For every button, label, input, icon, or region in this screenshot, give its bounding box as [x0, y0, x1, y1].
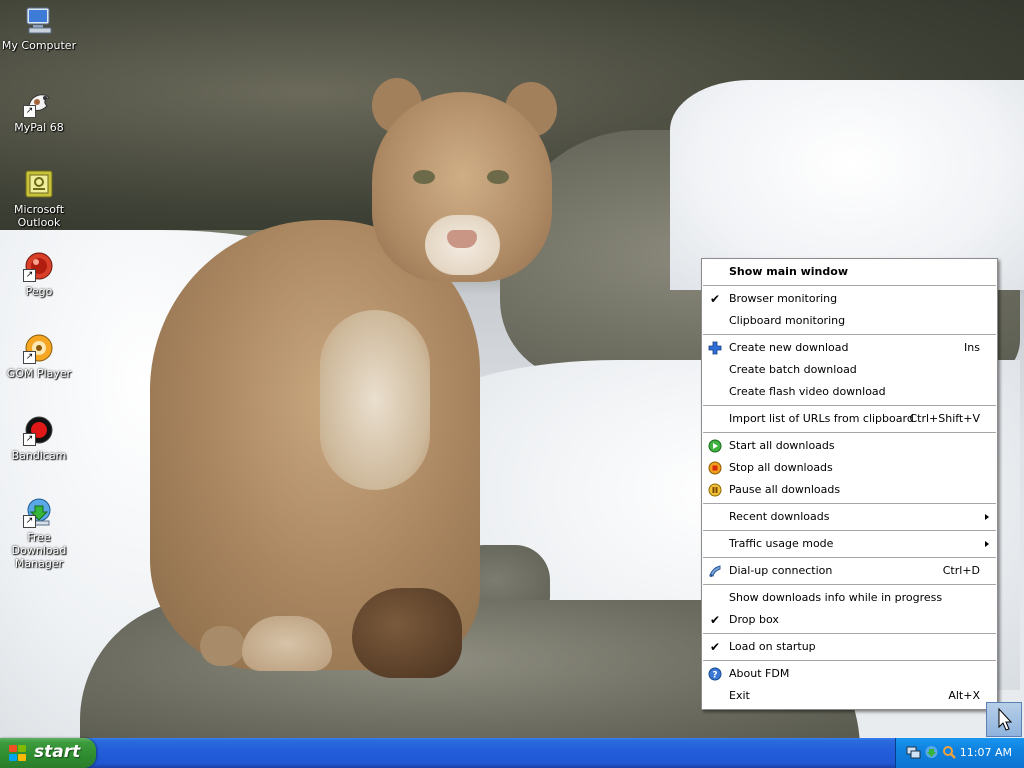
menu-item-create-batch-download[interactable]: Create batch download: [702, 359, 997, 381]
menu-item-create-flash-video-download[interactable]: Create flash video download: [702, 381, 997, 403]
menu-separator: [703, 503, 996, 504]
shortcut-arrow-icon: ↗: [23, 515, 36, 528]
menu-separator: [703, 530, 996, 531]
fdm-tray-context-menu: Show main window ✔ Browser monitoring Cl…: [701, 258, 998, 710]
bandicam-icon: ↗: [23, 414, 55, 446]
menu-separator: [703, 557, 996, 558]
desktop-icon-gom-player[interactable]: ↗ GOM Player: [0, 332, 78, 380]
start-button[interactable]: start: [0, 738, 96, 768]
network-icon[interactable]: [906, 745, 921, 760]
menu-separator: [703, 432, 996, 433]
menu-item-about-fdm[interactable]: ? About FDM: [702, 663, 997, 685]
desktop-icon-my-computer[interactable]: My Computer: [0, 4, 78, 52]
fdm-icon: ↗: [23, 496, 55, 528]
desktop-icon-free-download-manager[interactable]: ↗ Free Download Manager: [0, 496, 78, 570]
menu-item-start-all-downloads[interactable]: Start all downloads: [702, 435, 997, 457]
menu-item-stop-all-downloads[interactable]: Stop all downloads: [702, 457, 997, 479]
submenu-arrow-icon: [985, 514, 989, 520]
show-hidden-icons-button[interactable]: [986, 702, 1022, 737]
menu-item-import-list-of-urls[interactable]: Import list of URLs from clipboard Ctrl+…: [702, 408, 997, 430]
pego-icon: ↗: [23, 250, 55, 282]
menu-item-exit[interactable]: Exit Alt+X: [702, 685, 997, 707]
menu-item-traffic-usage-mode[interactable]: Traffic usage mode: [702, 533, 997, 555]
outlook-icon: [23, 168, 55, 200]
menu-separator: [703, 285, 996, 286]
search-icon[interactable]: [942, 745, 957, 760]
plus-icon: [708, 341, 722, 355]
menu-separator: [703, 405, 996, 406]
desktop-icon-bandicam[interactable]: ↗ Bandicam: [0, 414, 78, 462]
windows-logo-icon: [9, 745, 27, 762]
shortcut-arrow-icon: ↗: [23, 269, 36, 282]
dialup-icon: [708, 564, 722, 578]
desktop-icon-outlook[interactable]: Microsoft Outlook: [0, 168, 78, 229]
menu-item-create-new-download[interactable]: Create new download Ins: [702, 337, 997, 359]
shortcut-arrow-icon: ↗: [23, 433, 36, 446]
menu-item-browser-monitoring[interactable]: ✔ Browser monitoring: [702, 288, 997, 310]
desktop-icon-mypal[interactable]: ↗ MyPal 68: [0, 86, 78, 134]
menu-item-drop-box[interactable]: ✔ Drop box: [702, 609, 997, 631]
mouse-cursor-icon: [998, 707, 1013, 731]
menu-item-load-on-startup[interactable]: ✔ Load on startup: [702, 636, 997, 658]
menu-item-clipboard-monitoring[interactable]: Clipboard monitoring: [702, 310, 997, 332]
menu-separator: [703, 660, 996, 661]
taskbar: start 11:07 AM: [0, 738, 1024, 768]
fdm-tray-icon[interactable]: [924, 745, 939, 760]
checkmark-icon: ✔: [709, 292, 721, 306]
svg-text:?: ?: [712, 671, 717, 681]
menu-separator: [703, 334, 996, 335]
taskbar-clock[interactable]: 11:07 AM: [960, 746, 1012, 759]
gom-player-icon: ↗: [23, 332, 55, 364]
help-icon: ?: [708, 667, 722, 681]
system-tray: 11:07 AM: [895, 738, 1024, 768]
mypal-icon: ↗: [23, 86, 55, 118]
submenu-arrow-icon: [985, 541, 989, 547]
menu-item-recent-downloads[interactable]: Recent downloads: [702, 506, 997, 528]
checkmark-icon: ✔: [709, 640, 721, 654]
pause-downloads-icon: [708, 483, 722, 497]
menu-separator: [703, 633, 996, 634]
shortcut-arrow-icon: ↗: [23, 105, 36, 118]
shortcut-arrow-icon: ↗: [23, 351, 36, 364]
menu-item-show-downloads-info[interactable]: Show downloads info while in progress: [702, 587, 997, 609]
start-downloads-icon: [708, 439, 722, 453]
menu-item-show-main-window[interactable]: Show main window: [702, 261, 997, 283]
desktop-icon-pego[interactable]: ↗ Pego: [0, 250, 78, 298]
menu-item-pause-all-downloads[interactable]: Pause all downloads: [702, 479, 997, 501]
stop-downloads-icon: [708, 461, 722, 475]
my-computer-icon: [23, 4, 55, 36]
menu-separator: [703, 584, 996, 585]
checkmark-icon: ✔: [709, 613, 721, 627]
menu-item-dialup-connection[interactable]: Dial-up connection Ctrl+D: [702, 560, 997, 582]
